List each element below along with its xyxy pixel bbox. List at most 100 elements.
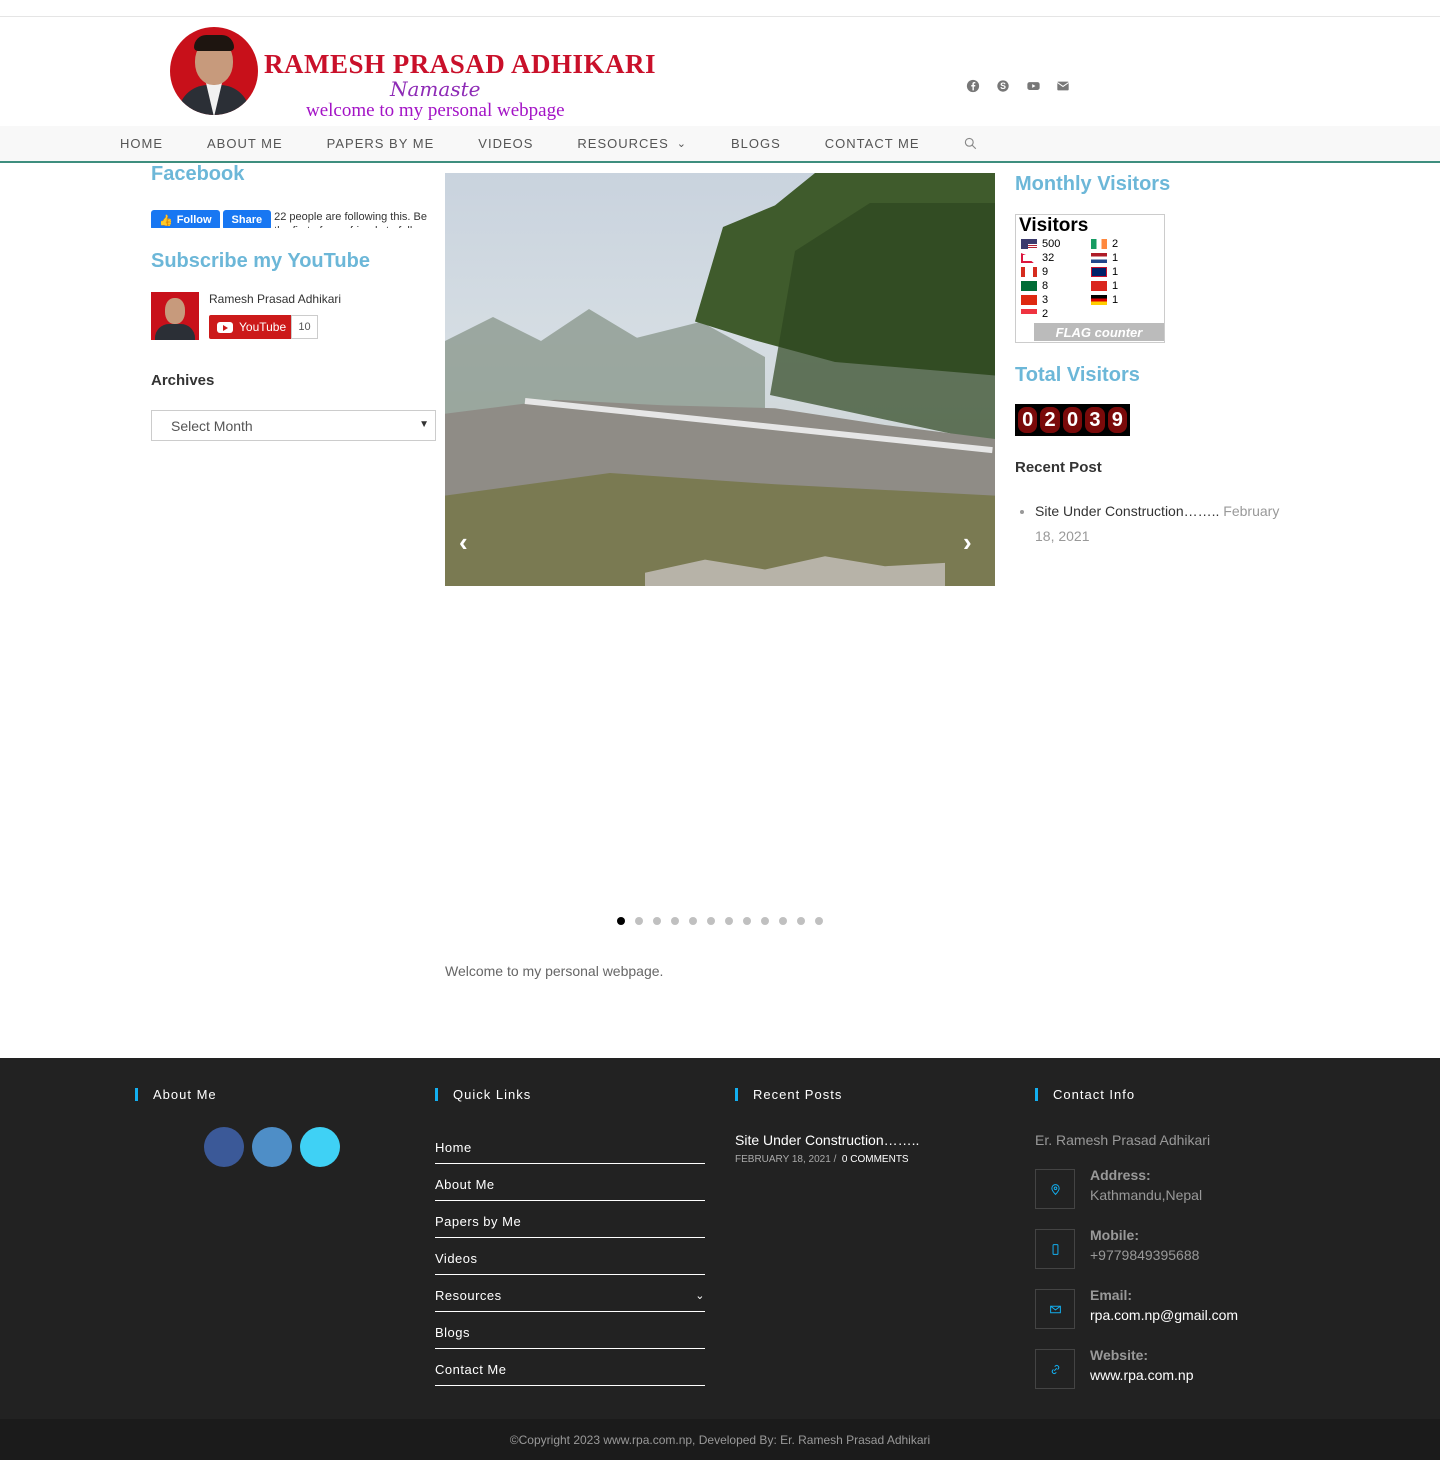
us-flag-icon [1021, 239, 1037, 249]
slider-dot[interactable] [815, 917, 823, 925]
nav-videos[interactable]: VIDEOS [478, 136, 533, 151]
footer-link-resources[interactable]: Resources ⌄ [435, 1275, 705, 1312]
envelope-icon[interactable] [1056, 79, 1070, 93]
contact-name: Er. Ramesh Prasad Adhikari [1035, 1132, 1211, 1148]
footer-link-home[interactable]: Home [435, 1132, 705, 1164]
chevron-right-icon[interactable]: › [963, 527, 972, 558]
map-pin-icon [1035, 1169, 1075, 1209]
yt-channel-name[interactable]: Ramesh Prasad Adhikari [209, 292, 341, 306]
uk-flag-icon [1091, 267, 1107, 277]
flag-count: 1 [1112, 280, 1119, 292]
total-visitors-title: Total Visitors [1015, 364, 1140, 386]
website-link[interactable]: www.rpa.com.np [1090, 1367, 1193, 1383]
nav-papers-by-me[interactable]: PAPERS BY ME [327, 136, 435, 151]
footer-link-blogs[interactable]: Blogs [435, 1312, 705, 1349]
slider-dot[interactable] [797, 917, 805, 925]
facebook-icon[interactable] [204, 1127, 244, 1167]
avatar[interactable] [151, 292, 199, 340]
contact-address: Address: Kathmandu,Nepal [1035, 1167, 1295, 1209]
counter-digit: 3 [1085, 407, 1105, 433]
slider-pagination [617, 917, 823, 925]
nav-about-me[interactable]: ABOUT ME [207, 136, 283, 151]
twitter-icon[interactable] [300, 1127, 340, 1167]
visitor-counter[interactable]: 0 2 0 3 9 [1015, 404, 1130, 436]
email-link[interactable]: rpa.com.np@gmail.com [1090, 1307, 1238, 1323]
image-slider[interactable]: ‹ › [445, 173, 995, 586]
logo-namaste: Namaste [390, 77, 481, 101]
flag-count: 2 [1112, 238, 1119, 250]
fb-follow-text: 22 people are following this. Be the fir… [274, 211, 427, 228]
footer-link-contact[interactable]: Contact Me [435, 1349, 705, 1386]
list-item: Site Under Construction…….. February 18,… [1035, 499, 1295, 549]
address-value: Kathmandu,Nepal [1090, 1187, 1203, 1203]
footer-recent-post-link[interactable]: Site Under Construction…….. [735, 1132, 919, 1148]
youtube-icon [217, 321, 233, 333]
slider-dot[interactable] [635, 917, 643, 925]
chevron-left-icon[interactable]: ‹ [459, 527, 468, 558]
slider-dot[interactable] [725, 917, 733, 925]
address-label: Address: [1090, 1167, 1151, 1183]
facebook-like-icon: 👍 [159, 214, 173, 227]
nav-resources[interactable]: RESOURCES ⌄ [577, 136, 687, 151]
recent-post-link[interactable]: Site Under Construction…….. [1035, 503, 1219, 519]
youtube-widget-title: Subscribe my YouTube [151, 250, 370, 272]
counter-digit: 9 [1107, 407, 1128, 433]
slider-dot[interactable] [671, 917, 679, 925]
fb-share-button[interactable]: Share [222, 210, 272, 228]
header-social-links: S [966, 79, 1070, 93]
nav-home[interactable]: HOME [120, 136, 163, 151]
envelope-icon [1035, 1289, 1075, 1329]
flag-counter-brand: FLAG counter [1034, 323, 1164, 341]
slider-dot[interactable] [689, 917, 697, 925]
flag-count: 1 [1112, 252, 1119, 264]
profile-photo [170, 27, 258, 115]
svg-text:S: S [1000, 81, 1006, 91]
contact-website: Website: www.rpa.com.np [1035, 1347, 1295, 1389]
welcome-text: Welcome to my personal webpage. [445, 963, 664, 979]
site-footer: About Me Quick Links Home About Me Paper… [0, 1058, 1440, 1460]
footer-recent-date: FEBRUARY 18, 2021 [735, 1154, 831, 1165]
nav-search[interactable] [964, 137, 978, 151]
flag-count: 2 [1042, 308, 1049, 320]
footer-recent-meta: FEBRUARY 18, 2021 / 0 COMMENTS [735, 1154, 919, 1165]
footer-link-about-me[interactable]: About Me [435, 1164, 705, 1201]
main-content: Facebook 👍 Follow Share 22 people are fol… [0, 163, 1440, 1058]
slider-dot[interactable] [707, 917, 715, 925]
email-label: Email: [1090, 1287, 1133, 1303]
facebook-icon[interactable] [966, 79, 980, 93]
linkedin-icon[interactable] [252, 1127, 292, 1167]
counter-digit: 0 [1018, 407, 1038, 433]
slider-dot[interactable] [617, 917, 625, 925]
yt-subscribe-button[interactable]: YouTube [209, 315, 291, 339]
chevron-down-icon: ⌄ [695, 1290, 705, 1302]
flag-counter-title: Visitors [1019, 215, 1089, 236]
slider-dot[interactable] [743, 917, 751, 925]
slider-dot[interactable] [761, 917, 769, 925]
flag-count: 9 [1042, 266, 1049, 278]
site-logo[interactable]: RAMESH PRASAD ADHIKARI Namaste welcome t… [170, 27, 670, 121]
nav-contact-me[interactable]: CONTACT ME [825, 136, 920, 151]
yt-subscriber-count: 10 [291, 315, 318, 339]
flag-count: 3 [1042, 294, 1049, 306]
search-icon [964, 137, 978, 151]
slider-dot[interactable] [653, 917, 661, 925]
singapore-flag-icon [1021, 309, 1037, 319]
footer-comments-link[interactable]: 0 COMMENTS [842, 1154, 909, 1165]
contact-mobile: Mobile: +9779849395688 [1035, 1227, 1295, 1269]
recent-post-title: Recent Post [1015, 459, 1102, 476]
ireland-flag-icon [1091, 239, 1107, 249]
archives-select[interactable]: Select Month ▼ [151, 410, 436, 441]
fb-follow-button[interactable]: 👍 Follow [151, 210, 220, 228]
nav-blogs[interactable]: BLOGS [731, 136, 781, 151]
phone-icon [1035, 1229, 1075, 1269]
youtube-icon[interactable] [1026, 79, 1040, 93]
footer-link-papers[interactable]: Papers by Me [435, 1201, 705, 1238]
footer-link-videos[interactable]: Videos [435, 1238, 705, 1275]
slider-dot[interactable] [779, 917, 787, 925]
nepal-flag-icon [1021, 253, 1034, 263]
flag-counter[interactable]: Visitors 500 2 32 1 9 1 8 1 3 1 2 FLAG counte… [1015, 214, 1165, 343]
mobile-value: +9779849395688 [1090, 1247, 1200, 1263]
skype-icon[interactable]: S [996, 79, 1010, 93]
fb-follow-label: Follow [176, 214, 212, 226]
flag-count: 8 [1042, 280, 1049, 292]
